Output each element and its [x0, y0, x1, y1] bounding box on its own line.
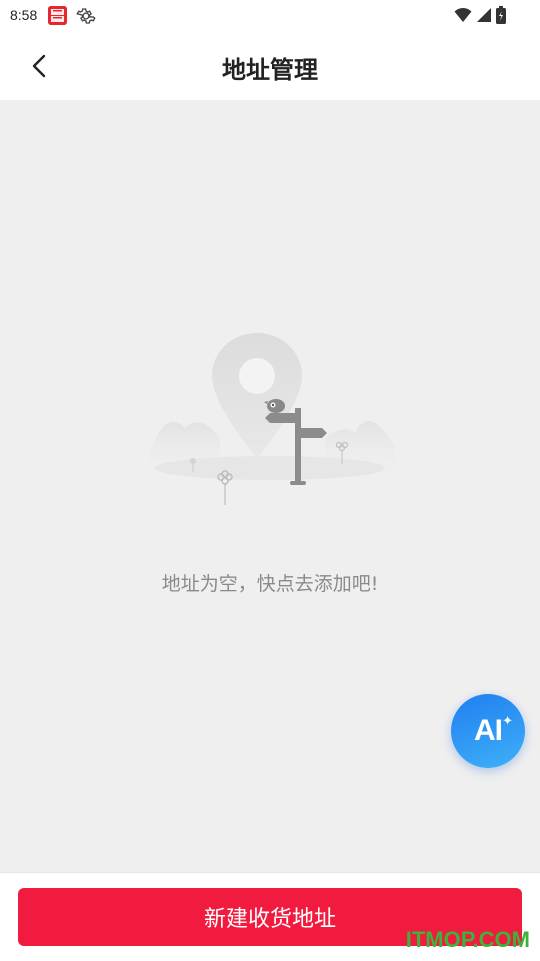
ai-label: AI [474, 714, 503, 747]
signal-icon [476, 7, 492, 27]
sparkle-icon: ✦ [502, 714, 513, 729]
status-icons [454, 6, 506, 28]
app-icon [48, 6, 67, 25]
gear-icon [76, 6, 96, 30]
empty-state-illustration [140, 328, 400, 513]
status-bar: 8:58 [0, 0, 540, 32]
battery-icon [496, 6, 506, 28]
status-time: 8:58 [10, 7, 38, 23]
wifi-icon [454, 7, 472, 27]
header: 地址管理 [0, 32, 540, 100]
watermark: ITMOP.COM [405, 927, 530, 952]
page-title: 地址管理 [222, 56, 318, 84]
empty-state-message: 地址为空，快点去添加吧! [161, 573, 379, 595]
ai-assistant-button[interactable]: AI ✦ [451, 694, 525, 768]
main-content: 地址为空，快点去添加吧! AI ✦ [0, 100, 540, 872]
